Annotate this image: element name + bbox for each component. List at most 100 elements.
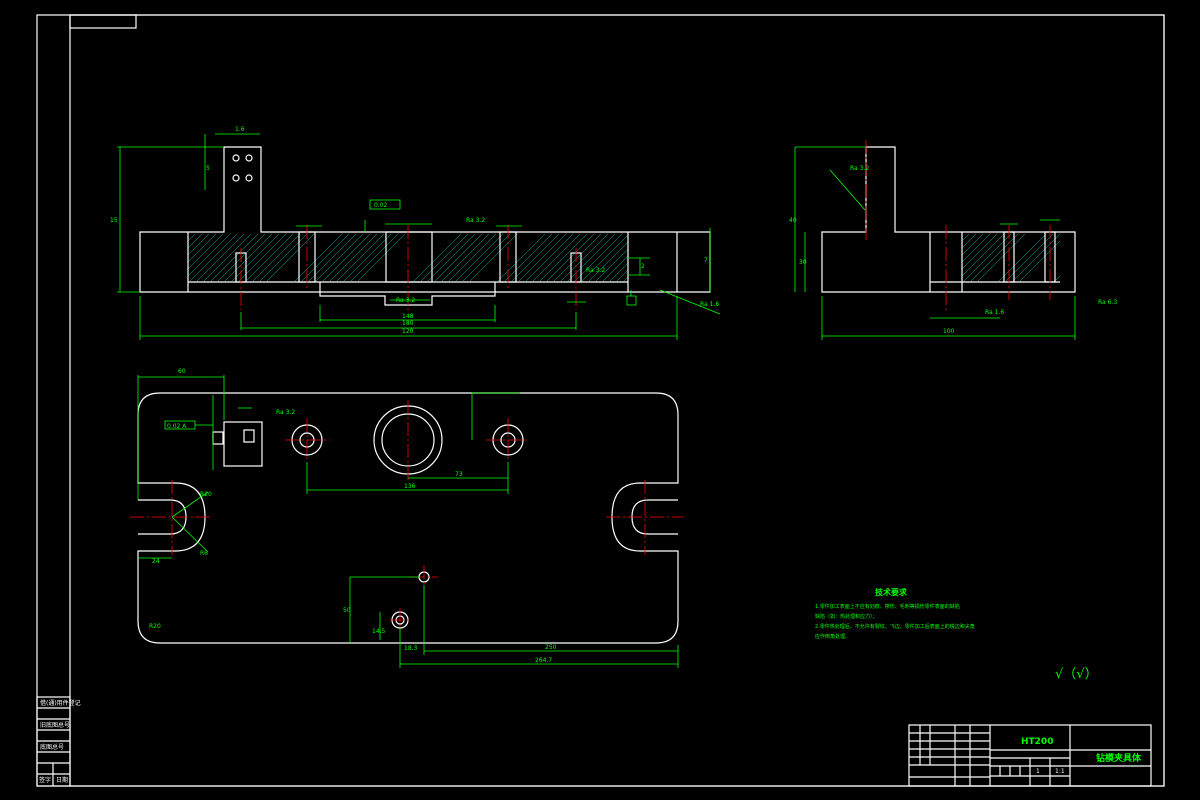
hatch-line bbox=[434, 233, 483, 282]
side-panel-row-5: 底图总号 bbox=[40, 743, 64, 751]
hatch-line bbox=[350, 233, 399, 282]
hatch-line bbox=[294, 233, 343, 282]
hatch-line bbox=[511, 233, 560, 282]
front-tolerance-frame: 0.02 bbox=[374, 202, 388, 209]
hatch-line bbox=[616, 269, 629, 282]
hatch-line bbox=[420, 233, 469, 282]
side-panel bbox=[36, 696, 71, 787]
plan-dim-bottom-total: 264.7 bbox=[535, 657, 552, 664]
hatch-line bbox=[196, 233, 245, 282]
hatch-line bbox=[301, 233, 350, 282]
hatch-line bbox=[357, 233, 406, 282]
hatch-line bbox=[961, 233, 970, 242]
side-roughness-2: Ra 3.2 bbox=[850, 165, 869, 172]
plan-dim-corner: R20 bbox=[149, 623, 161, 630]
hatch-line bbox=[336, 233, 385, 282]
hatch-line bbox=[245, 233, 294, 282]
plan-roughness: Ra 3.2 bbox=[276, 409, 295, 416]
hatch-line bbox=[497, 233, 546, 282]
hatch-line bbox=[504, 233, 553, 282]
outer-frame bbox=[36, 14, 1165, 787]
cad-drawing: 借(通)用件登记 旧底图总号 底图总号 签字 日期 15 5 1.6 7 120… bbox=[36, 14, 1165, 787]
hatch-line bbox=[525, 233, 574, 282]
side-dim-depth: 30 bbox=[799, 259, 807, 266]
hatch-line bbox=[224, 233, 273, 282]
hatch-line bbox=[322, 233, 371, 282]
corner-tag bbox=[69, 14, 137, 29]
hatch-line bbox=[532, 233, 581, 282]
hatch-line bbox=[961, 233, 998, 270]
hatch-line bbox=[210, 233, 259, 282]
hatch-line bbox=[413, 233, 462, 282]
side-panel-row-1: 借(通)用件登记 bbox=[40, 699, 81, 707]
hatch-line bbox=[602, 255, 629, 282]
hatch-line bbox=[308, 233, 357, 282]
title-block-qty: 1 bbox=[1036, 768, 1040, 775]
hatch-line bbox=[961, 233, 1005, 277]
front-dim-center-bottom: 180 bbox=[402, 320, 414, 327]
hatch-line bbox=[187, 233, 196, 242]
front-dim-mid-bottom: 148 bbox=[402, 313, 414, 320]
hatch-line bbox=[977, 233, 1026, 282]
plan-dim-top-left: 60 bbox=[178, 368, 186, 375]
hatch-line bbox=[217, 233, 266, 282]
side-dim-height: 40 bbox=[789, 217, 797, 224]
hatch-line bbox=[259, 233, 308, 282]
front-roughness-2: Ra 3.2 bbox=[396, 297, 415, 304]
side-dim-total: 100 bbox=[943, 328, 955, 335]
tech-req-line-1: 1.零件加工表面上不应有划痕、擦伤、毛刺等损伤零件表面的缺陷 bbox=[815, 603, 960, 610]
hatch-line bbox=[961, 233, 977, 249]
front-roughness-1: Ra 3.2 bbox=[466, 217, 485, 224]
hatch-line bbox=[187, 233, 224, 270]
hatch-line bbox=[343, 233, 392, 282]
hatch-line bbox=[448, 233, 497, 282]
hatch-line bbox=[595, 248, 629, 282]
plan-tolerance-frame: 0.02 A bbox=[167, 423, 187, 430]
hatch-line bbox=[231, 233, 280, 282]
title-block-material: HT200 bbox=[1021, 737, 1053, 747]
hatch-line bbox=[970, 233, 1019, 282]
plan-dim-center: 136 bbox=[404, 483, 416, 490]
plan-dim-pin: 14.5 bbox=[372, 628, 386, 635]
front-roughness-3: Ra 3.2 bbox=[586, 267, 605, 274]
hatch-line bbox=[1054, 275, 1061, 282]
front-dim-width: 1.6 bbox=[235, 126, 245, 133]
hatch-line bbox=[252, 233, 301, 282]
hatch-line bbox=[189, 233, 238, 282]
plan-dim-slot: 24 bbox=[152, 558, 160, 565]
side-panel-row-3: 旧底图总号 bbox=[40, 721, 70, 729]
front-dim-height: 15 bbox=[110, 217, 118, 224]
plan-dim-radius-2: R6 bbox=[200, 550, 208, 557]
hatch-line bbox=[455, 233, 504, 282]
side-roughness-1: Ra 1.6 bbox=[985, 309, 1004, 316]
plan-dim-center-right: 73 bbox=[455, 471, 463, 478]
hatch-line bbox=[581, 234, 629, 282]
title-block-part-name: 钻模夹具体 bbox=[1096, 752, 1142, 764]
side-roughness-3: Ra 6.3 bbox=[1098, 299, 1117, 306]
hatch-line bbox=[961, 233, 991, 263]
hatch-line bbox=[539, 233, 588, 282]
front-dim-gap: 2 bbox=[641, 263, 645, 270]
plan-dim-vertical: 50 bbox=[343, 607, 351, 614]
side-view bbox=[794, 140, 1076, 340]
hatch-line bbox=[187, 233, 203, 249]
hatch-line bbox=[469, 233, 518, 282]
tech-req-line-4: 应作倒角处理。 bbox=[815, 633, 850, 640]
hatch-line bbox=[187, 233, 217, 263]
side-panel-row-7: 签字 bbox=[39, 776, 51, 784]
hatch-line bbox=[609, 262, 629, 282]
hatch-line bbox=[427, 233, 476, 282]
front-dim-total: 120 bbox=[402, 328, 414, 335]
plan-dim-radius-1: R20 bbox=[200, 491, 212, 498]
hatch-line bbox=[1005, 233, 1054, 282]
front-dim-right: 7 bbox=[704, 257, 708, 264]
hatch-line bbox=[441, 233, 490, 282]
plan-dim-bottom: 250 bbox=[545, 644, 557, 651]
hatch-line bbox=[187, 233, 231, 277]
title-block-scale: 1:1 bbox=[1055, 768, 1065, 775]
front-dim-left: 5 bbox=[206, 165, 210, 172]
tech-req-line-3: 2.零件热处理后，不允许有裂纹、飞边、零件加工后表面上的锐边和尖角 bbox=[815, 623, 975, 630]
hatch-line bbox=[1012, 233, 1061, 282]
hatch-line bbox=[462, 233, 511, 282]
plan-view bbox=[130, 375, 684, 668]
